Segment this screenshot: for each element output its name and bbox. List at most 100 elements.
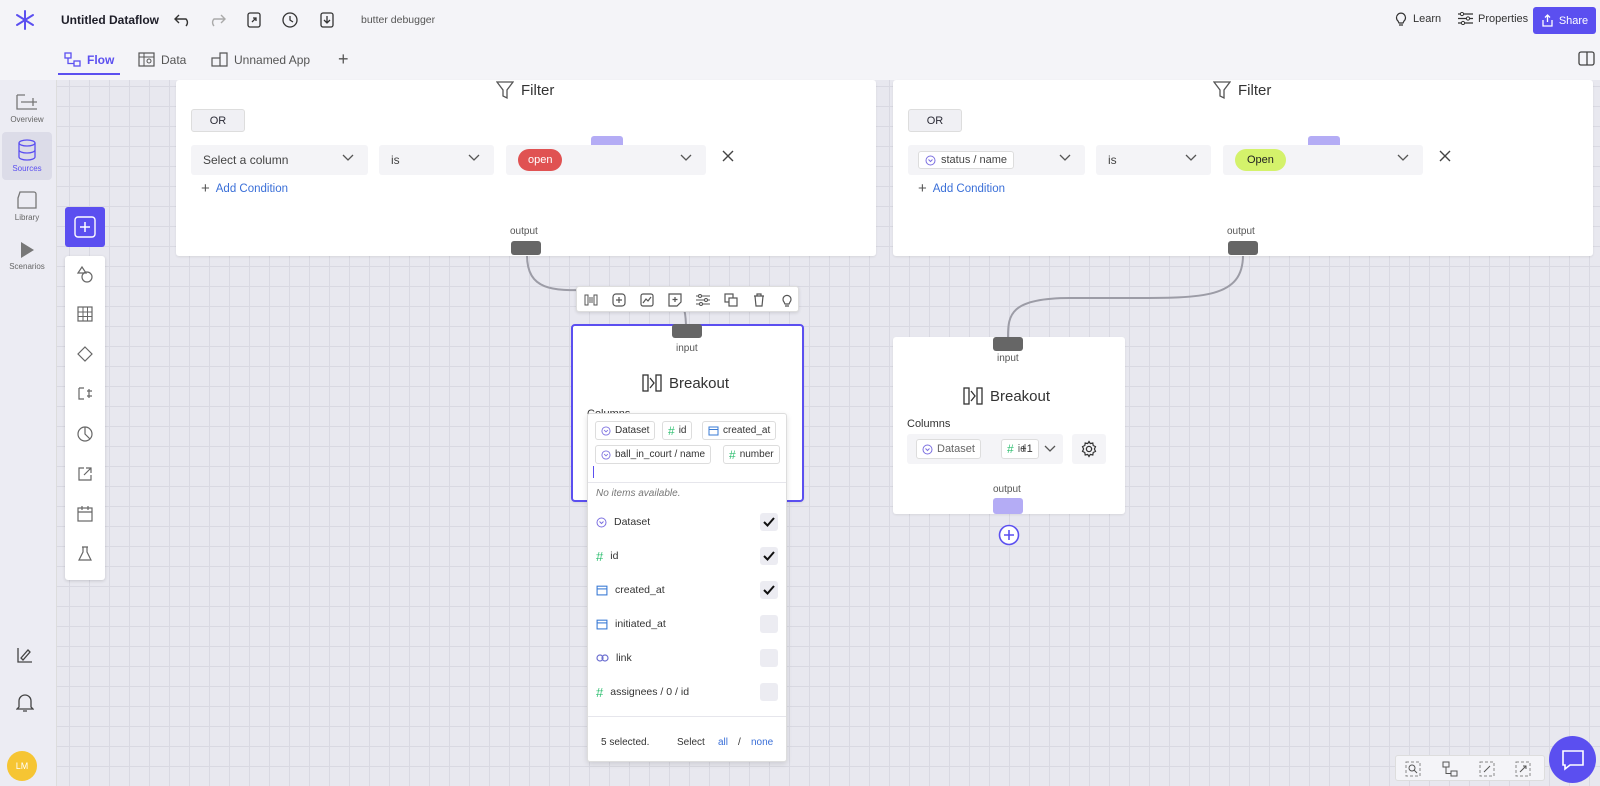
checkbox-unchecked[interactable] <box>760 683 778 701</box>
column-chip: status / name <box>918 151 1015 169</box>
checkbox-checked[interactable] <box>760 513 778 531</box>
auto-layout-icon[interactable] <box>1442 761 1458 777</box>
columns-dropdown[interactable]: Dataset # id created_at ball_in_court / … <box>587 413 787 762</box>
checkbox-checked[interactable] <box>760 547 778 565</box>
link-type-icon <box>596 654 609 662</box>
empty-text: No items available. <box>596 488 681 499</box>
note-icon[interactable] <box>667 292 683 308</box>
divider <box>588 482 786 483</box>
chip-dataset[interactable]: Dataset <box>595 421 656 440</box>
list-item[interactable]: Dataset <box>596 511 778 533</box>
remove-condition-icon[interactable] <box>721 149 735 163</box>
zoom-search-icon[interactable] <box>1405 761 1421 777</box>
list-item[interactable]: # id <box>596 545 778 567</box>
input-label: input <box>676 343 698 354</box>
filter-node-left[interactable]: Filter OR Select a column is open + Add … <box>176 80 876 256</box>
value-pill: open <box>518 149 563 171</box>
search-cursor[interactable] <box>593 466 594 478</box>
value-select[interactable]: open <box>506 145 706 175</box>
list-item[interactable]: initiated_at <box>596 613 778 635</box>
columns-select[interactable]: Dataset # id +1 <box>907 434 1063 464</box>
check-icon <box>763 585 775 595</box>
dropdown-type-icon <box>601 449 611 460</box>
add-connected-node-icon[interactable] <box>998 524 1020 546</box>
gear-icon <box>1081 440 1097 458</box>
number-type-icon: # <box>596 548 604 564</box>
number-type-icon: # <box>729 447 736 462</box>
select-all-link[interactable]: all <box>718 737 728 748</box>
input-label: input <box>997 353 1019 364</box>
filter-node-right[interactable]: Filter OR status / name is Open + Add Co… <box>893 80 1593 256</box>
separator: / <box>738 737 741 748</box>
logic-or-button[interactable]: OR <box>191 109 245 132</box>
chip-ball-in-court[interactable]: ball_in_court / name <box>595 445 712 464</box>
chip-number[interactable]: # number <box>723 445 780 464</box>
chevron-down-icon <box>1397 154 1409 161</box>
list-item[interactable]: created_at <box>596 579 778 601</box>
dropdown-type-icon <box>925 155 936 165</box>
list-item[interactable]: # assignees / 0 / id <box>596 681 778 703</box>
date-type-icon <box>596 619 608 630</box>
output-label: output <box>993 484 1021 495</box>
output-port[interactable] <box>1228 241 1258 255</box>
remove-condition-icon[interactable] <box>1438 149 1452 163</box>
filter-title: Filter <box>496 80 554 100</box>
dropdown-type-icon <box>601 425 611 436</box>
logic-or-button[interactable]: OR <box>908 109 962 132</box>
output-port[interactable] <box>511 241 541 255</box>
chat-icon <box>1561 749 1584 771</box>
dropdown-type-icon <box>922 444 933 454</box>
fit-view-icon[interactable] <box>1479 761 1495 777</box>
shapes-icon[interactable] <box>75 264 95 284</box>
checkbox-unchecked[interactable] <box>760 615 778 633</box>
chip-dataset[interactable]: Dataset <box>916 439 981 459</box>
select-label: Select <box>677 737 705 748</box>
filter-title: Filter <box>1213 80 1271 100</box>
plus-icon: + <box>201 180 210 197</box>
checkbox-checked[interactable] <box>760 581 778 599</box>
date-type-icon <box>708 426 719 436</box>
column-select[interactable]: status / name <box>908 145 1085 175</box>
breakout-node-right[interactable]: input Breakout Columns Dataset # id +1 o… <box>893 337 1125 514</box>
checkbox-unchecked[interactable] <box>760 649 778 667</box>
select-none-link[interactable]: none <box>751 737 773 748</box>
settings-sliders-icon[interactable] <box>695 292 711 308</box>
lightbulb-icon[interactable] <box>779 292 795 308</box>
expand-icon[interactable] <box>1515 761 1531 777</box>
trash-icon[interactable] <box>751 292 767 308</box>
divider <box>588 716 786 717</box>
transform-icon[interactable] <box>75 384 95 404</box>
chevron-down-icon <box>1185 154 1197 161</box>
input-port[interactable] <box>672 324 702 338</box>
plus-square-icon <box>74 216 96 238</box>
diamond-icon[interactable] <box>75 344 95 364</box>
list-item[interactable]: link <box>596 647 778 669</box>
value-select[interactable]: Open <box>1223 145 1423 175</box>
flask-icon[interactable] <box>75 544 95 564</box>
column-select[interactable]: Select a column <box>191 145 368 175</box>
chart-node-icon[interactable] <box>639 292 655 308</box>
pie-chart-icon[interactable] <box>75 424 95 444</box>
column-settings-button[interactable] <box>1072 434 1106 464</box>
external-link-icon[interactable] <box>75 464 95 484</box>
chip-created-at[interactable]: created_at <box>702 421 777 440</box>
chip-id[interactable]: # id +1 <box>1001 439 1039 459</box>
add-condition-link[interactable]: + Add Condition <box>201 180 288 197</box>
chat-button[interactable] <box>1549 736 1596 783</box>
calendar-icon[interactable] <box>75 504 95 524</box>
chevron-down-icon <box>342 154 354 161</box>
operator-select[interactable]: is <box>1096 145 1211 175</box>
chip-id[interactable]: # id <box>662 421 693 440</box>
add-condition-link[interactable]: + Add Condition <box>918 180 1005 197</box>
duplicate-icon[interactable] <box>723 292 739 308</box>
funnel-icon <box>1213 81 1231 100</box>
add-node-button[interactable] <box>65 207 105 247</box>
output-port[interactable] <box>993 498 1023 514</box>
input-port[interactable] <box>993 337 1023 351</box>
add-node-icon[interactable] <box>611 292 627 308</box>
breakout-icon[interactable] <box>583 292 599 308</box>
chevron-down-icon <box>1059 154 1071 161</box>
check-icon <box>763 517 775 527</box>
operator-select[interactable]: is <box>379 145 494 175</box>
table-icon[interactable] <box>75 304 95 324</box>
